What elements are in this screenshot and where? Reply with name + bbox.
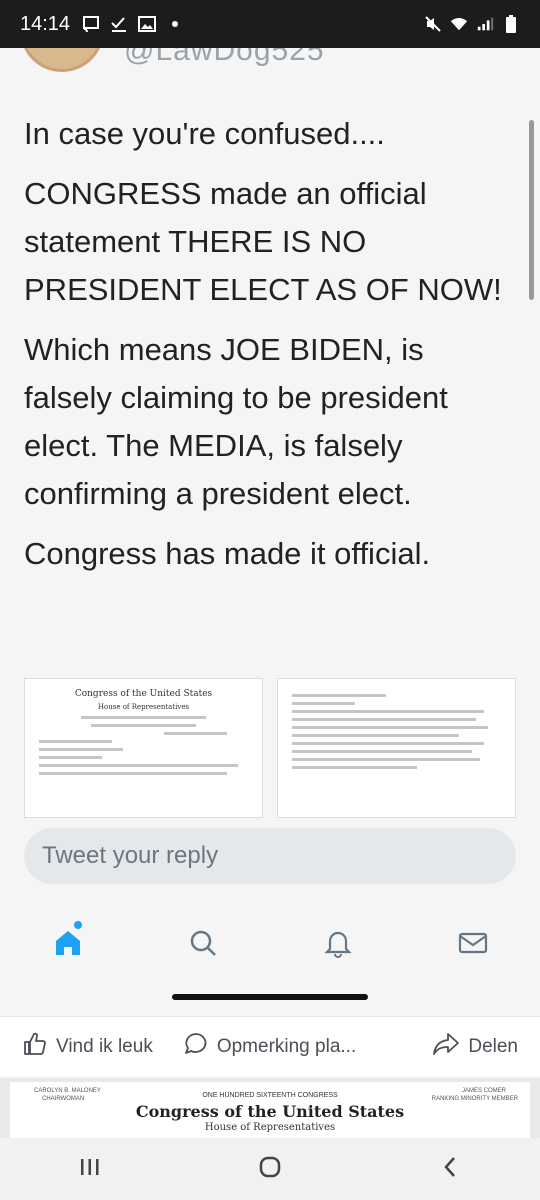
messages-icon xyxy=(443,913,503,973)
thumbs-up-icon xyxy=(22,1031,48,1063)
document-image-1: Congress of the United States House of R… xyxy=(24,678,263,818)
image-icon xyxy=(138,15,157,33)
download-check-icon xyxy=(110,15,128,33)
share-arrow-icon xyxy=(432,1031,460,1063)
letterhead-title: Congress of the United States xyxy=(135,1102,405,1121)
reply-placeholder: Tweet your reply xyxy=(42,842,219,869)
tweet-handle: @LawDog525 xyxy=(124,48,325,67)
share-label: Delen xyxy=(468,1035,518,1057)
tweet-screenshot: @LawDog525 In case you're confused.... C… xyxy=(0,48,540,1078)
share-button[interactable]: Delen xyxy=(432,1031,518,1063)
letterhead-congress-line: ONE HUNDRED SIXTEENTH CONGRESS xyxy=(202,1092,338,1099)
home-button[interactable] xyxy=(240,1144,300,1194)
doc1-subtitle: House of Representatives xyxy=(97,703,190,711)
post-action-bar: Vind ik leuk Opmerking pla... Delen xyxy=(0,1016,540,1076)
recents-icon xyxy=(79,1157,101,1182)
battery-icon xyxy=(502,15,520,33)
tweet-paragraph-1: In case you're confused.... xyxy=(24,116,385,151)
next-post-preview[interactable]: CAROLYN B. MALONEY CHAIRWOMAN JAMES COME… xyxy=(0,1078,540,1138)
recents-button[interactable] xyxy=(60,1144,120,1194)
tweet-paragraph-3: Which means JOE BIDEN, is falsely claimi… xyxy=(24,332,448,511)
mute-icon xyxy=(424,15,442,33)
tweet-paragraph-2: CONGRESS made an official statement THER… xyxy=(24,176,502,307)
document-image-2 xyxy=(277,678,516,818)
back-chevron-icon xyxy=(442,1155,458,1184)
twitter-tab-bar xyxy=(0,908,540,978)
new-dot xyxy=(73,921,82,929)
wifi-icon xyxy=(450,15,468,33)
avatar xyxy=(20,48,104,72)
scrollbar xyxy=(529,120,534,300)
system-nav-bar xyxy=(0,1138,540,1200)
home-icon xyxy=(38,913,98,973)
like-button[interactable]: Vind ik leuk xyxy=(22,1031,153,1063)
status-time: 14:14 xyxy=(20,12,71,35)
status-icons-left xyxy=(82,15,184,33)
tweet-reply-input: Tweet your reply xyxy=(24,828,516,884)
letterhead-subtitle: House of Representatives xyxy=(204,1122,336,1133)
comment-label: Opmerking pla... xyxy=(216,1035,357,1057)
home-circle-icon xyxy=(258,1155,282,1184)
back-button[interactable] xyxy=(420,1144,480,1194)
signal-icon xyxy=(476,15,494,33)
comment-icon xyxy=(183,1031,209,1063)
doc1-title: Congress of the United States xyxy=(74,689,213,699)
cast-icon xyxy=(82,15,100,33)
home-indicator xyxy=(172,994,368,1000)
status-bar: 14:14 xyxy=(0,0,540,48)
comment-button[interactable]: Opmerking pla... xyxy=(183,1031,356,1063)
like-label: Vind ik leuk xyxy=(56,1035,153,1057)
dot-icon xyxy=(166,15,184,33)
status-icons-right xyxy=(424,15,520,33)
tweet-text: In case you're confused.... CONGRESS mad… xyxy=(24,110,514,590)
tweet-paragraph-4: Congress has made it official. xyxy=(24,536,431,571)
letterhead-image: CAROLYN B. MALONEY CHAIRWOMAN JAMES COME… xyxy=(10,1082,530,1138)
search-icon xyxy=(173,913,233,973)
tweet-attached-documents: Congress of the United States House of R… xyxy=(24,678,516,818)
notifications-icon xyxy=(308,913,368,973)
